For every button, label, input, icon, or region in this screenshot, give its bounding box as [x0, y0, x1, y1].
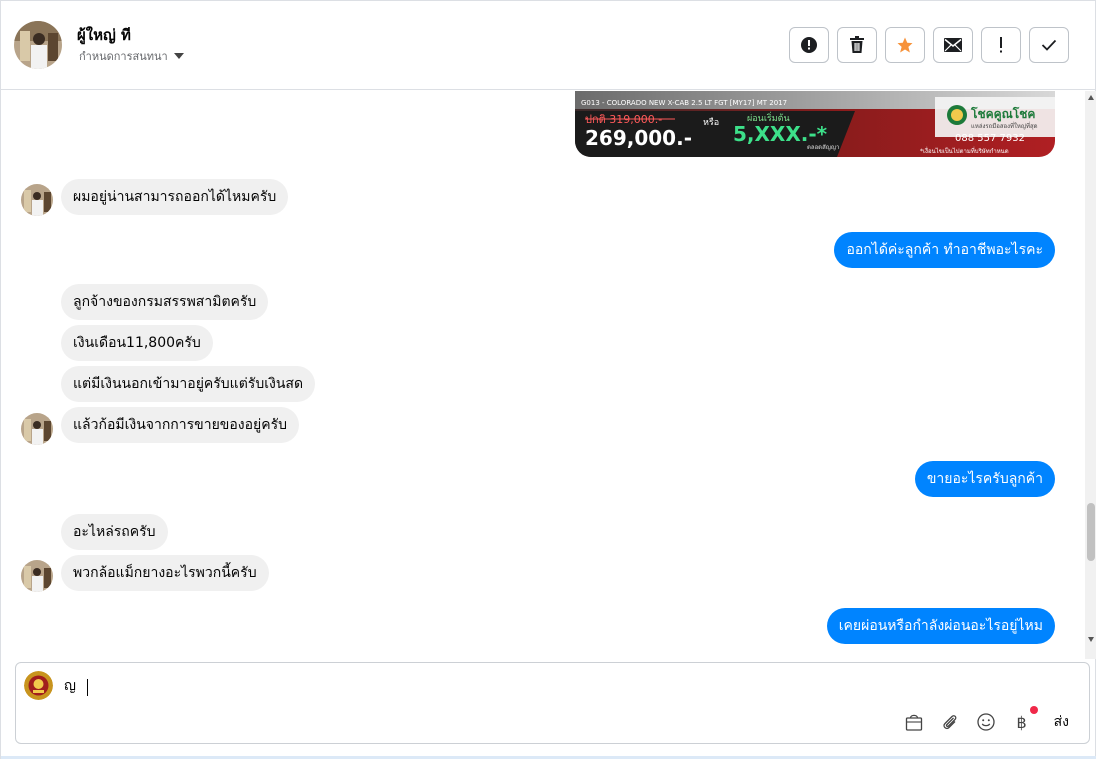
car-ad-image[interactable]: G013 - COLORADO NEW X-CAB 2.5 LT FGT [MY…: [575, 91, 1055, 157]
ad-phone: 088 557 7932: [955, 133, 1025, 144]
sender-avatar[interactable]: [21, 413, 53, 445]
baht-icon: ฿: [1016, 712, 1027, 732]
trash-icon: [850, 36, 864, 53]
sender-avatar[interactable]: [21, 560, 53, 592]
ad-model-line: G013 - COLORADO NEW X-CAB 2.5 LT FGT [MY…: [581, 99, 787, 107]
send-button[interactable]: ส่ง: [1054, 711, 1069, 733]
ad-disclaimer: *เงื่อนไขเป็นไปตามที่บริษัทกำหนด: [920, 146, 1009, 155]
ad-or: หรือ: [703, 117, 719, 128]
message-incoming[interactable]: แต่มีเงินนอกเข้ามาอยู่ครับแต่รับเงินสด: [61, 366, 316, 402]
important-button[interactable]: [981, 27, 1021, 63]
delete-button[interactable]: [837, 27, 877, 63]
check-icon: [1041, 39, 1057, 51]
ad-brand: โชคคูณโชค: [970, 106, 1035, 122]
attach-button[interactable]: [940, 712, 960, 732]
done-button[interactable]: [1029, 27, 1069, 63]
mark-unread-button[interactable]: [933, 27, 973, 63]
shopping-bag-icon: [905, 714, 922, 731]
emoji-icon: [976, 713, 995, 731]
conversation-header: ผู้ใหญ่ ที กำหนดการสนทนา: [1, 1, 1095, 90]
ad-installment-note: ตลอดสัญญา: [807, 144, 839, 151]
shop-button[interactable]: [904, 712, 924, 732]
alert-circle-icon: [801, 37, 817, 53]
message-input[interactable]: [64, 675, 964, 697]
composer-toolbar: ฿ ส่ง: [904, 706, 1069, 733]
contact-name: ผู้ใหญ่ ที: [77, 26, 131, 44]
star-button[interactable]: [885, 27, 925, 63]
conversation-label-dropdown[interactable]: กำหนดการสนทนา: [79, 47, 184, 65]
message-incoming[interactable]: อะไหล่รถครับ: [61, 514, 168, 550]
message-outgoing[interactable]: ขายอะไรครับลูกค้า: [914, 461, 1055, 497]
star-icon: [897, 37, 913, 53]
message-incoming[interactable]: เงินเดือน11,800ครับ: [61, 325, 213, 361]
scroll-down-arrow-icon[interactable]: [1088, 637, 1094, 642]
caret-down-icon: [173, 53, 184, 59]
sender-avatar[interactable]: [21, 184, 53, 216]
text-cursor: [87, 679, 88, 696]
contact-avatar[interactable]: [14, 21, 62, 69]
paperclip-icon: [943, 715, 957, 730]
page-avatar: [24, 671, 53, 700]
payment-button[interactable]: ฿: [1012, 706, 1038, 732]
ad-installment: 5,XXX.-*: [733, 122, 828, 146]
message-incoming[interactable]: แล้วก้อมีเงินจากการขายของอยู่ครับ: [61, 407, 299, 443]
notification-dot: [1029, 706, 1038, 714]
header-actions: [789, 27, 1069, 63]
ad-price: 269,000.-: [585, 126, 692, 150]
report-button[interactable]: [789, 27, 829, 63]
conversation-label-text: กำหนดการสนทนา: [79, 50, 168, 63]
messenger-conversation-window: ผู้ใหญ่ ที กำหนดการสนทนา G013 - COLORADO…: [0, 0, 1096, 759]
message-incoming[interactable]: พวกล้อแม็กยางอะไรพวกนี้ครับ: [61, 555, 269, 591]
emoji-button[interactable]: [976, 712, 996, 732]
message-thread[interactable]: G013 - COLORADO NEW X-CAB 2.5 LT FGT [MY…: [1, 91, 1083, 659]
message-incoming[interactable]: ผมอยู่น่านสามารถออกได้ไหมครับ: [61, 179, 289, 215]
message-outgoing[interactable]: ออกได้ค่ะลูกค้า ทำอาชีพอะไรคะ: [834, 232, 1055, 268]
ad-brand-tagline: แหล่งรถมือสองที่ใหญ่ที่สุด: [971, 122, 1038, 130]
message-composer: ฿ ส่ง: [15, 662, 1090, 744]
message-outgoing[interactable]: เคยผ่อนหรือกำลังผ่อนอะไรอยู่ไหม: [826, 608, 1055, 644]
exclamation-icon: [1000, 37, 1002, 53]
envelope-icon: [944, 38, 962, 52]
scrollbar-thumb[interactable]: [1087, 503, 1095, 561]
scroll-up-arrow-icon[interactable]: [1088, 95, 1094, 100]
message-incoming[interactable]: ลูกจ้างของกรมสรรพสามิตครับ: [61, 284, 269, 320]
thread-scrollbar[interactable]: [1085, 91, 1096, 659]
